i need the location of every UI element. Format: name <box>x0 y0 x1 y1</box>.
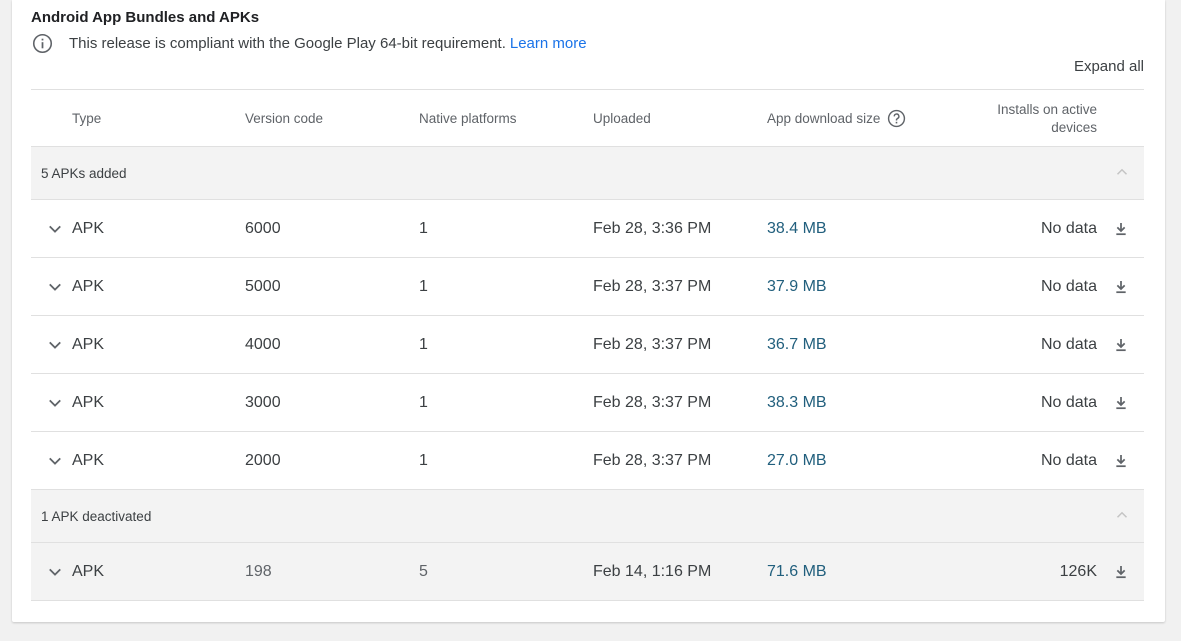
header-installs: Installs on active devices <box>937 90 1097 147</box>
chevron-down-icon[interactable] <box>46 432 64 489</box>
chevron-down-icon[interactable] <box>46 258 64 315</box>
download-icon[interactable] <box>1113 374 1131 431</box>
cell-uploaded: Feb 28, 3:37 PM <box>593 451 712 469</box>
info-icon <box>32 33 53 54</box>
group-header: 1 APK deactivated <box>31 490 1144 543</box>
cell-installs: No data <box>1040 335 1097 353</box>
download-icon[interactable] <box>1113 258 1131 315</box>
cell-uploaded: Feb 28, 3:37 PM <box>593 335 712 353</box>
chevron-up-icon[interactable] <box>1113 163 1131 181</box>
cell-version-code: 6000 <box>245 219 281 237</box>
cell-installs: 126K <box>1059 562 1097 580</box>
chevron-down-icon[interactable] <box>46 200 64 257</box>
apk-table: Type Version code Native platforms Uploa… <box>31 89 1144 601</box>
cell-installs: No data <box>1040 219 1097 237</box>
cell-version-code: 2000 <box>245 451 281 469</box>
cell-native-platforms: 5 <box>419 562 428 580</box>
download-icon[interactable] <box>1113 543 1131 600</box>
cell-type: APK <box>72 393 105 411</box>
cell-uploaded: Feb 28, 3:37 PM <box>593 393 712 411</box>
table-row[interactable]: APK 6000 1 Feb 28, 3:36 PM 38.4 MB No da… <box>31 200 1144 258</box>
chevron-down-icon[interactable] <box>46 374 64 431</box>
table-row[interactable]: APK 3000 1 Feb 28, 3:37 PM 38.3 MB No da… <box>31 374 1144 432</box>
download-icon[interactable] <box>1113 200 1131 257</box>
cell-native-platforms: 1 <box>419 451 428 469</box>
table-row[interactable]: APK 198 5 Feb 14, 1:16 PM 71.6 MB 126K <box>31 543 1144 601</box>
cell-native-platforms: 1 <box>419 393 428 411</box>
table-header: Type Version code Native platforms Uploa… <box>31 89 1144 147</box>
header-version-code: Version code <box>245 111 324 126</box>
cell-app-download-size: 71.6 MB <box>767 562 827 580</box>
app-bundles-card: Android App Bundles and APKs This releas… <box>12 0 1165 622</box>
table-row[interactable]: APK 5000 1 Feb 28, 3:37 PM 37.9 MB No da… <box>31 258 1144 316</box>
compliance-notice: This release is compliant with the Googl… <box>32 33 587 53</box>
cell-app-download-size: 27.0 MB <box>767 451 827 469</box>
cell-version-code: 3000 <box>245 393 281 411</box>
help-circle-icon[interactable] <box>887 109 906 128</box>
cell-app-download-size: 38.4 MB <box>767 219 827 237</box>
header-type: Type <box>72 111 102 126</box>
cell-type: APK <box>72 451 105 469</box>
cell-native-platforms: 1 <box>419 277 428 295</box>
cell-type: APK <box>72 335 105 353</box>
header-app-download-size: App download size <box>767 90 906 147</box>
table-body: 5 APKs added APK 6000 1 Feb 28, 3:36 PM … <box>31 147 1144 601</box>
table-row[interactable]: APK 4000 1 Feb 28, 3:37 PM 36.7 MB No da… <box>31 316 1144 374</box>
learn-more-link[interactable]: Learn more <box>510 35 587 52</box>
header-installs-line1: Installs on active <box>997 101 1097 117</box>
cell-native-platforms: 1 <box>419 219 428 237</box>
cell-installs: No data <box>1040 451 1097 469</box>
header-size-label: App download size <box>767 111 881 126</box>
cell-type: APK <box>72 277 105 295</box>
expand-all-button[interactable]: Expand all <box>1074 58 1144 75</box>
chevron-down-icon[interactable] <box>46 543 64 600</box>
cell-app-download-size: 38.3 MB <box>767 393 827 411</box>
chevron-down-icon[interactable] <box>46 316 64 373</box>
cell-uploaded: Feb 28, 3:37 PM <box>593 277 712 295</box>
cell-app-download-size: 37.9 MB <box>767 277 827 295</box>
header-installs-line2: devices <box>1051 119 1097 135</box>
cell-version-code: 4000 <box>245 335 281 353</box>
download-icon[interactable] <box>1113 316 1131 373</box>
cell-installs: No data <box>1040 393 1097 411</box>
header-uploaded: Uploaded <box>593 111 651 126</box>
cell-version-code: 198 <box>245 562 272 580</box>
group-label: 1 APK deactivated <box>41 508 152 524</box>
cell-app-download-size: 36.7 MB <box>767 335 827 353</box>
group-header: 5 APKs added <box>31 147 1144 200</box>
cell-version-code: 5000 <box>245 277 281 295</box>
cell-type: APK <box>72 562 105 580</box>
cell-type: APK <box>72 219 105 237</box>
notice-text: This release is compliant with the Googl… <box>69 34 506 52</box>
header-native-platforms: Native platforms <box>419 111 517 126</box>
cell-native-platforms: 1 <box>419 335 428 353</box>
table-row[interactable]: APK 2000 1 Feb 28, 3:37 PM 27.0 MB No da… <box>31 432 1144 490</box>
cell-uploaded: Feb 28, 3:36 PM <box>593 219 712 237</box>
cell-installs: No data <box>1040 277 1097 295</box>
cell-uploaded: Feb 14, 1:16 PM <box>593 562 712 580</box>
group-label: 5 APKs added <box>41 165 127 181</box>
download-icon[interactable] <box>1113 432 1131 489</box>
section-title: Android App Bundles and APKs <box>31 9 260 26</box>
chevron-up-icon[interactable] <box>1113 506 1131 524</box>
